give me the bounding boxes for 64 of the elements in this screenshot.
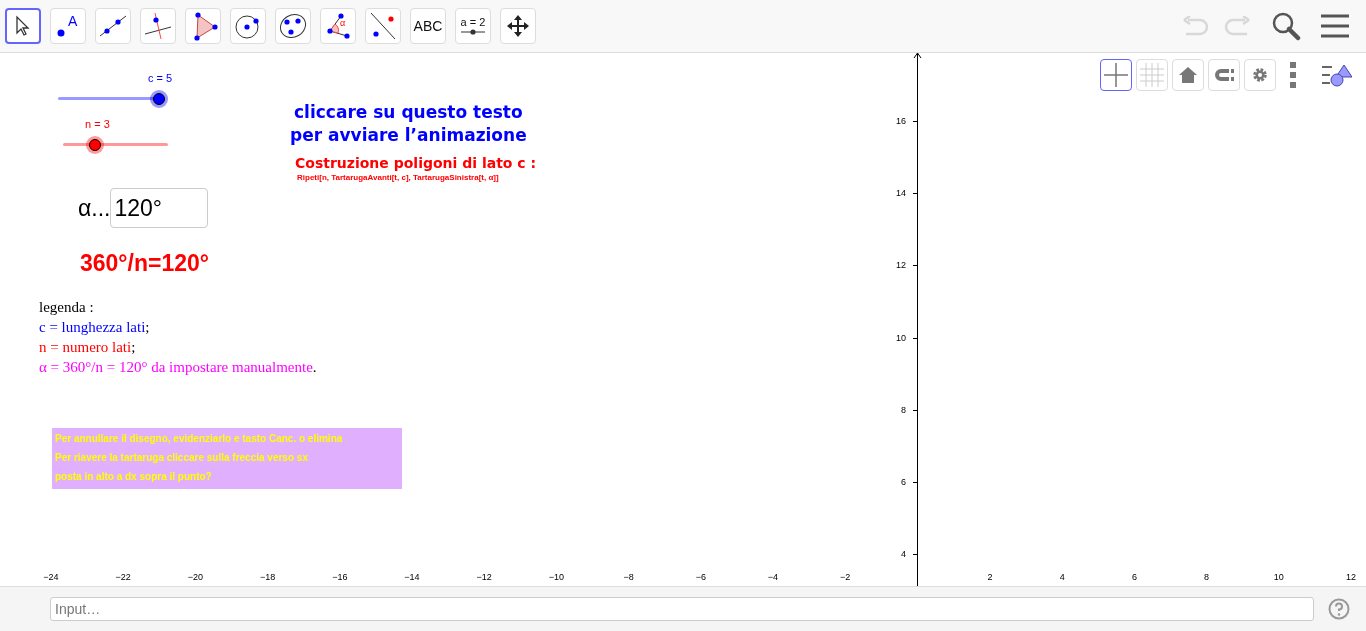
- x-tick-label: −8: [623, 572, 634, 582]
- x-tick-label: −2: [840, 572, 851, 582]
- text-tool-label: ABC: [413, 16, 443, 36]
- slider-thumb[interactable]: [88, 138, 101, 151]
- x-tick-label: −6: [695, 572, 706, 582]
- slider-thumb[interactable]: [153, 92, 165, 105]
- perpendicular-line-icon: [143, 11, 173, 41]
- line-reflection-icon: [368, 11, 398, 41]
- settings-icon: [1251, 66, 1269, 84]
- x-tick-label: −18: [259, 572, 276, 582]
- tool-button[interactable]: ABC: [410, 8, 446, 44]
- redo-icon: [1223, 16, 1251, 36]
- menu-icon: [1321, 14, 1349, 38]
- undo-icon: [1182, 16, 1210, 36]
- x-tick-label: −24: [43, 572, 59, 582]
- formula-text: 360°/n=120°: [80, 249, 209, 278]
- axes-icon: [1104, 63, 1128, 87]
- note-text: Per annullare il disegno, evidenziarlo e tasto Canc. o elimina Per riavere la tartaruga cliccare sulla freccia verso sx posta in alto a dx sopra il punto?: [52, 428, 402, 489]
- x-tick-label: −10: [548, 572, 565, 582]
- x-tick-label: −20: [187, 572, 204, 582]
- x-tick-label: −22: [115, 572, 131, 582]
- x-tick-label: 10: [1273, 572, 1284, 582]
- y-tick-label: 12: [896, 260, 906, 271]
- y-tick-label: 10: [896, 332, 906, 343]
- legend-line: n = numero lati;: [39, 338, 137, 357]
- alpha-label: α...: [78, 193, 111, 223]
- x-tick-label: −4: [767, 572, 779, 582]
- construction-title: Costruzione poligoni di lato c :: [295, 154, 537, 173]
- x-tick-label: 4: [1059, 572, 1065, 582]
- animation-link-text[interactable]: cliccare su questo testo per avviare l’animazione: [290, 101, 527, 147]
- tool-button[interactable]: [5, 8, 41, 44]
- x-tick-label: −14: [404, 572, 420, 582]
- slider-label: n = 3: [85, 118, 110, 130]
- legend-line: c = lunghezza lati;: [39, 318, 151, 337]
- home-icon: [1179, 67, 1197, 83]
- construction-command: Ripeti[n, TartarugaAvanti[t, c], TartarugaSinistra[t, α]]: [297, 172, 499, 184]
- line-icon: [98, 13, 128, 39]
- x-tick-label: 2: [987, 572, 993, 582]
- magnet-icon: [1213, 67, 1235, 83]
- x-tick-label: 12: [1346, 572, 1356, 582]
- more-options-icon: [1290, 62, 1296, 88]
- grid-icon: [1140, 63, 1164, 87]
- x-tick-label: −16: [332, 572, 348, 582]
- search-icon: [1271, 11, 1301, 41]
- help-icon[interactable]: [1328, 598, 1350, 620]
- legend-line: α = 360°/n = 120° da impostare manualmente.: [39, 358, 317, 377]
- y-tick-label: 8: [901, 404, 906, 415]
- tool-button[interactable]: a = 2: [455, 8, 491, 44]
- y-tick-label: 6: [901, 477, 906, 487]
- x-tick-label: 8: [1204, 572, 1210, 582]
- y-tick-label: 16: [896, 116, 906, 126]
- move-arrows-icon: [506, 14, 530, 38]
- y-tick-label: 14: [896, 188, 906, 199]
- y-tick-label: 4: [901, 549, 906, 560]
- arrow-cursor-icon: [15, 15, 31, 37]
- ellipse-icon: [278, 11, 308, 41]
- slider-label: c = 5: [148, 72, 173, 84]
- x-tick-label: −12: [476, 572, 492, 582]
- legend-line: legenda :: [39, 298, 95, 317]
- algebra-view-toggle-icon[interactable]: [1322, 63, 1352, 87]
- alpha-input-field[interactable]: 120°: [110, 188, 209, 228]
- x-tick-label: 6: [1131, 572, 1137, 582]
- style-bar-button[interactable]: [1100, 59, 1132, 91]
- input-field[interactable]: Input…: [50, 597, 1314, 621]
